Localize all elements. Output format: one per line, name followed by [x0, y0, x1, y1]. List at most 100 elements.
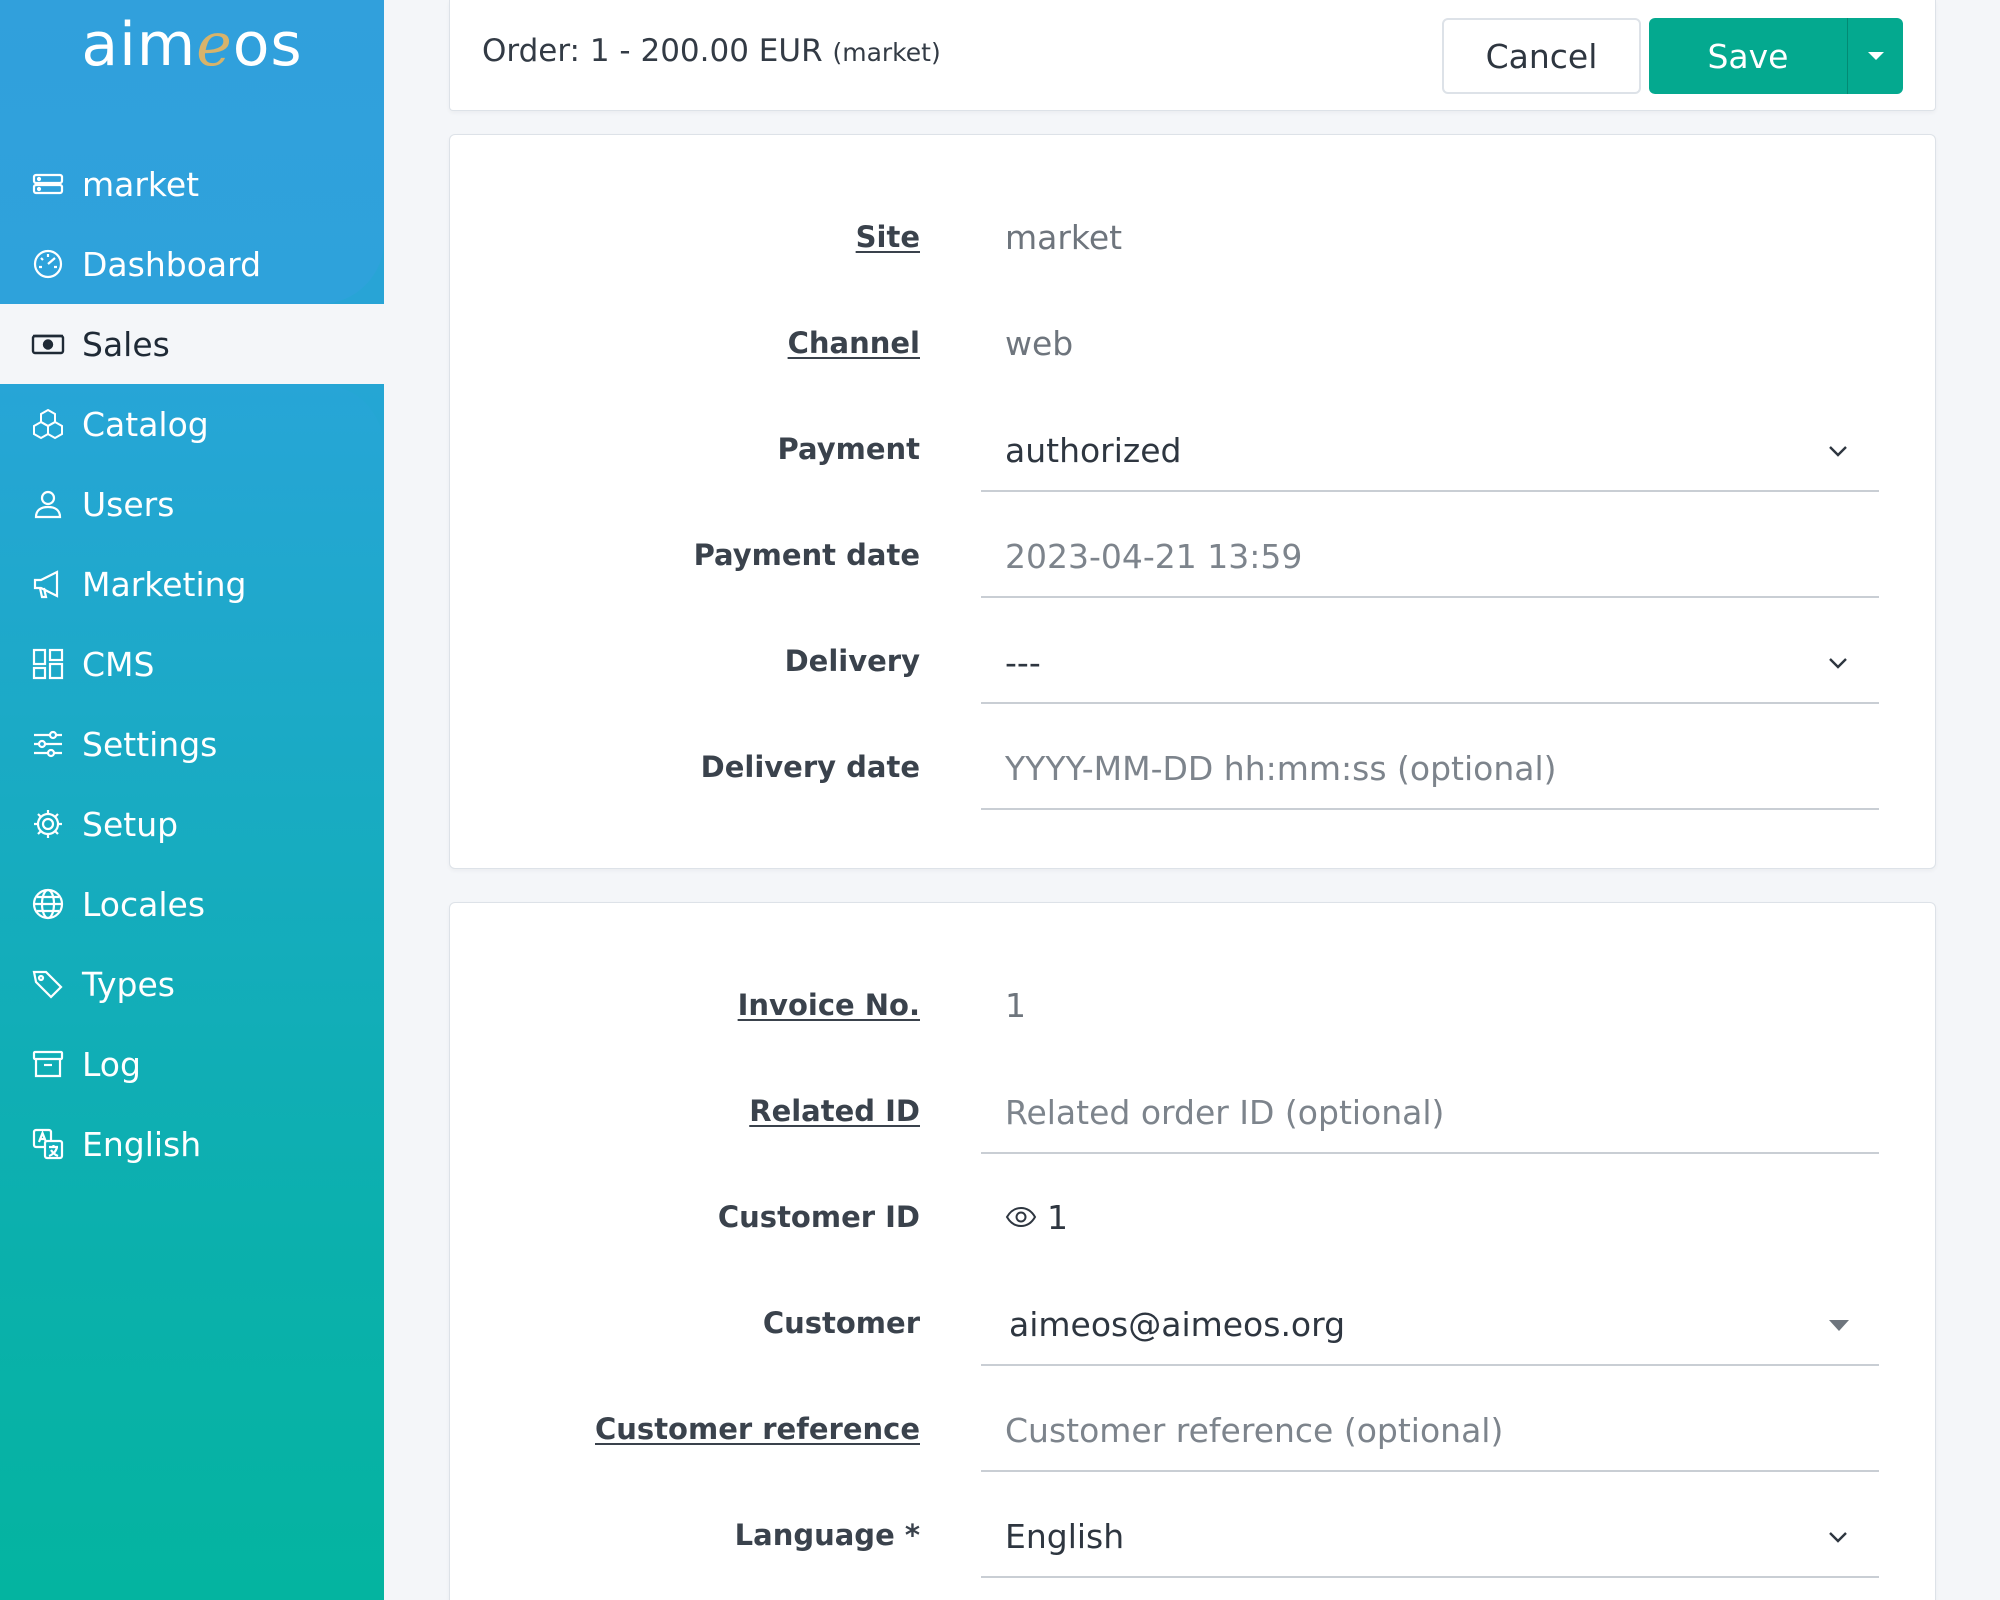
payment-date-value: 2023-04-21 13:59 — [1005, 536, 1303, 576]
cash-icon — [30, 326, 66, 362]
customer-value: aimeos@aimeos.org — [1009, 1304, 1346, 1344]
payment-date-label: Payment date — [693, 538, 920, 572]
invoice-card: Invoice No. 1 Related ID Related order I… — [449, 902, 1936, 1600]
person-icon — [30, 486, 66, 522]
invoice-no-row: Invoice No. 1 — [450, 952, 1937, 1058]
gear-icon — [30, 806, 66, 842]
sidebar-item-label: Users — [82, 484, 175, 524]
archive-icon — [30, 1046, 66, 1082]
save-options-toggle[interactable] — [1847, 18, 1903, 94]
delivery-label: Delivery — [784, 644, 920, 678]
sidebar-item-label: Catalog — [82, 404, 209, 444]
channel-label[interactable]: Channel — [788, 290, 920, 396]
delivery-date-row: Delivery date YYYY-MM-DD hh:mm:ss (optio… — [450, 714, 1937, 820]
payment-status-value: authorized — [1005, 430, 1182, 470]
related-id-label[interactable]: Related ID — [749, 1058, 920, 1164]
customer-id-value: 1 — [1047, 1197, 1068, 1237]
sidebar-item-label: market — [82, 164, 200, 204]
customer-label: Customer — [762, 1306, 920, 1340]
delivery-date-input[interactable]: YYYY-MM-DD hh:mm:ss (optional) — [981, 728, 1879, 810]
sidebar-item-log[interactable]: Log — [0, 1024, 384, 1104]
payment-date-input[interactable]: 2023-04-21 13:59 — [981, 516, 1879, 598]
sidebar-item-cms[interactable]: CMS — [0, 624, 384, 704]
channel-row: Channel web — [450, 290, 1937, 396]
page-title: Order: 1 - 200.00 EUR (market) — [482, 33, 941, 69]
caret-down-icon — [1829, 1320, 1849, 1331]
sidebar-item-label: CMS — [82, 644, 155, 684]
site-label[interactable]: Site — [856, 184, 920, 290]
language-select[interactable]: English — [981, 1496, 1879, 1578]
payment-label: Payment — [777, 432, 920, 466]
sidebar-item-dashboard[interactable]: Dashboard — [0, 224, 384, 304]
sidebar-item-types[interactable]: Types — [0, 944, 384, 1024]
megaphone-icon — [30, 566, 66, 602]
delivery-row: Delivery --- — [450, 608, 1937, 714]
caret-down-icon — [1867, 52, 1884, 60]
sidebar-item-label: Settings — [82, 724, 218, 764]
eye-icon — [1005, 1206, 1037, 1228]
sidebar-item-english[interactable]: English — [0, 1104, 384, 1184]
chevron-down-icon — [1829, 658, 1847, 669]
layout-icon — [30, 646, 66, 682]
sidebar-item-label: Types — [82, 964, 175, 1004]
site-value: market — [1005, 217, 1123, 257]
order-basic-card: Site market Channel web Payment authoriz… — [449, 134, 1936, 869]
aimeos-logo[interactable]: aimeos — [0, 10, 384, 80]
customer-reference-input[interactable]: Customer reference (optional) — [981, 1390, 1879, 1472]
delivery-status-select[interactable]: --- — [981, 622, 1879, 704]
channel-value: web — [1005, 323, 1074, 363]
invoice-no-value: 1 — [1005, 985, 1026, 1025]
customer-reference-row: Customer reference Customer reference (o… — [450, 1376, 1937, 1482]
customer-select[interactable]: aimeos@aimeos.org — [981, 1284, 1879, 1366]
related-id-input[interactable]: Related order ID (optional) — [981, 1072, 1879, 1154]
order-title: Order: 1 - 200.00 EUR — [482, 33, 823, 69]
save-button[interactable]: Save — [1649, 18, 1847, 94]
delivery-status-value: --- — [1005, 642, 1041, 682]
customer-reference-label[interactable]: Customer reference — [595, 1376, 920, 1482]
language-value: English — [1005, 1516, 1125, 1556]
customer-id-row: Customer ID 1 — [450, 1164, 1937, 1270]
language-row: Language * English — [450, 1482, 1937, 1588]
sidebar-item-label: Dashboard — [82, 244, 262, 284]
delivery-date-label: Delivery date — [700, 750, 920, 784]
customer-id-link[interactable]: 1 — [1005, 1164, 1068, 1270]
customer-reference-placeholder: Customer reference (optional) — [1005, 1410, 1504, 1450]
order-header: Order: 1 - 200.00 EUR (market) Cancel Sa… — [449, 0, 1936, 111]
chevron-down-icon — [1829, 446, 1847, 457]
sidebar-item-settings[interactable]: Settings — [0, 704, 384, 784]
related-id-row: Related ID Related order ID (optional) — [450, 1058, 1937, 1164]
translate-icon — [30, 1126, 66, 1162]
globe-icon — [30, 886, 66, 922]
sidebar: aimeos market Dashboard Sales Catalog Us… — [0, 0, 384, 1600]
sidebar-item-market[interactable]: market — [0, 144, 384, 224]
invoice-no-label[interactable]: Invoice No. — [738, 952, 920, 1058]
sidebar-item-sales[interactable]: Sales — [0, 304, 384, 384]
sidebar-item-label: Setup — [82, 804, 179, 844]
sliders-icon — [30, 726, 66, 762]
sidebar-item-locales[interactable]: Locales — [0, 864, 384, 944]
sidebar-item-label: Locales — [82, 884, 206, 924]
server-icon — [30, 166, 66, 202]
payment-status-select[interactable]: authorized — [981, 410, 1879, 492]
sidebar-item-label: Marketing — [82, 564, 247, 604]
sidebar-item-marketing[interactable]: Marketing — [0, 544, 384, 624]
payment-date-row: Payment date 2023-04-21 13:59 — [450, 502, 1937, 608]
site-row: Site market — [450, 184, 1937, 290]
sidebar-item-label: English — [82, 1124, 202, 1164]
sidebar-item-label: Sales — [82, 324, 170, 364]
sidebar-item-setup[interactable]: Setup — [0, 784, 384, 864]
sidebar-item-users[interactable]: Users — [0, 464, 384, 544]
customer-id-label: Customer ID — [717, 1200, 920, 1234]
payment-row: Payment authorized — [450, 396, 1937, 502]
related-id-placeholder: Related order ID (optional) — [1005, 1092, 1445, 1132]
language-label: Language * — [734, 1518, 920, 1552]
sidebar-item-catalog[interactable]: Catalog — [0, 384, 384, 464]
chevron-down-icon — [1829, 1532, 1847, 1543]
tags-icon — [30, 966, 66, 1002]
gauge-icon — [30, 246, 66, 282]
cancel-button[interactable]: Cancel — [1442, 18, 1641, 94]
boxes-icon — [30, 406, 66, 442]
order-site: (market) — [832, 38, 941, 67]
sidebar-item-label: Log — [82, 1044, 141, 1084]
customer-row: Customer aimeos@aimeos.org — [450, 1270, 1937, 1376]
